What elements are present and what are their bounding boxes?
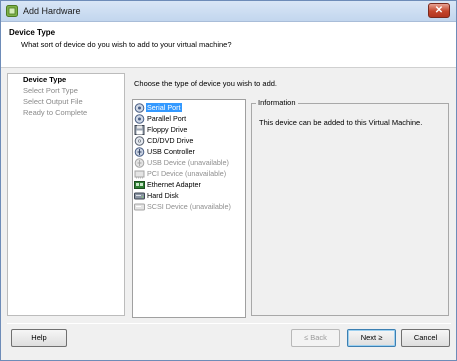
window-title: Add Hardware xyxy=(23,6,81,16)
step-device-type[interactable]: Device Type xyxy=(23,75,66,84)
app-icon xyxy=(6,5,18,17)
wizard-steps-panel: Device Type Select Port Type Select Outp… xyxy=(7,73,125,316)
title-bar[interactable]: Add Hardware ✕ xyxy=(1,1,456,22)
page-header: Device Type What sort of device do you w… xyxy=(1,22,456,68)
device-item-usb-device[interactable]: USB Device (unavailable) xyxy=(134,157,229,168)
next-button[interactable]: Next ≥ xyxy=(347,329,396,347)
parallel-port-icon xyxy=(134,113,145,124)
floppy-drive-icon xyxy=(134,124,145,135)
footer-divider xyxy=(7,323,451,324)
page-title: Device Type xyxy=(9,28,56,37)
device-item-hard-disk[interactable]: Hard Disk xyxy=(134,190,192,201)
close-button[interactable]: ✕ xyxy=(428,3,450,18)
hard-disk-icon xyxy=(134,192,145,199)
serial-port-icon xyxy=(134,102,145,113)
back-button[interactable]: ≤ Back xyxy=(291,329,340,347)
pci-device-icon xyxy=(134,170,145,178)
device-item-scsi-device[interactable]: SCSI Device (unavailable) xyxy=(134,201,231,212)
cd-dvd-drive-icon xyxy=(134,135,145,146)
information-title: Information xyxy=(256,98,298,107)
usb-controller-icon xyxy=(134,146,145,157)
step-ready-to-complete[interactable]: Ready to Complete xyxy=(23,108,87,117)
ethernet-adapter-icon xyxy=(134,180,145,189)
step-select-port-type[interactable]: Select Port Type xyxy=(23,86,78,95)
page-subtitle: What sort of device do you wish to add t… xyxy=(21,40,232,49)
device-item-serial-port[interactable]: Serial Port xyxy=(134,102,192,113)
step-select-output-file[interactable]: Select Output File xyxy=(23,97,83,106)
device-type-list[interactable]: Serial Port Parallel Port Floppy Drive C… xyxy=(132,99,246,318)
information-groupbox xyxy=(251,103,449,316)
device-item-usb-controller[interactable]: USB Controller xyxy=(134,146,195,157)
device-item-pci-device[interactable]: PCI Device (unavailable) xyxy=(134,168,226,179)
device-item-cd-dvd-drive[interactable]: CD/DVD Drive xyxy=(134,135,193,146)
device-prompt: Choose the type of device you wish to ad… xyxy=(134,79,278,88)
device-item-ethernet-adapter[interactable]: Ethernet Adapter xyxy=(134,179,201,190)
cancel-button[interactable]: Cancel xyxy=(401,329,450,347)
usb-device-icon xyxy=(134,157,145,168)
device-item-floppy-drive[interactable]: Floppy Drive xyxy=(134,124,192,135)
add-hardware-dialog: Add Hardware ✕ Device Type What sort of … xyxy=(0,0,457,361)
help-button[interactable]: Help xyxy=(11,329,67,347)
information-text: This device can be added to this Virtual… xyxy=(259,118,423,127)
device-item-parallel-port[interactable]: Parallel Port xyxy=(134,113,192,124)
scsi-device-icon xyxy=(134,203,145,210)
